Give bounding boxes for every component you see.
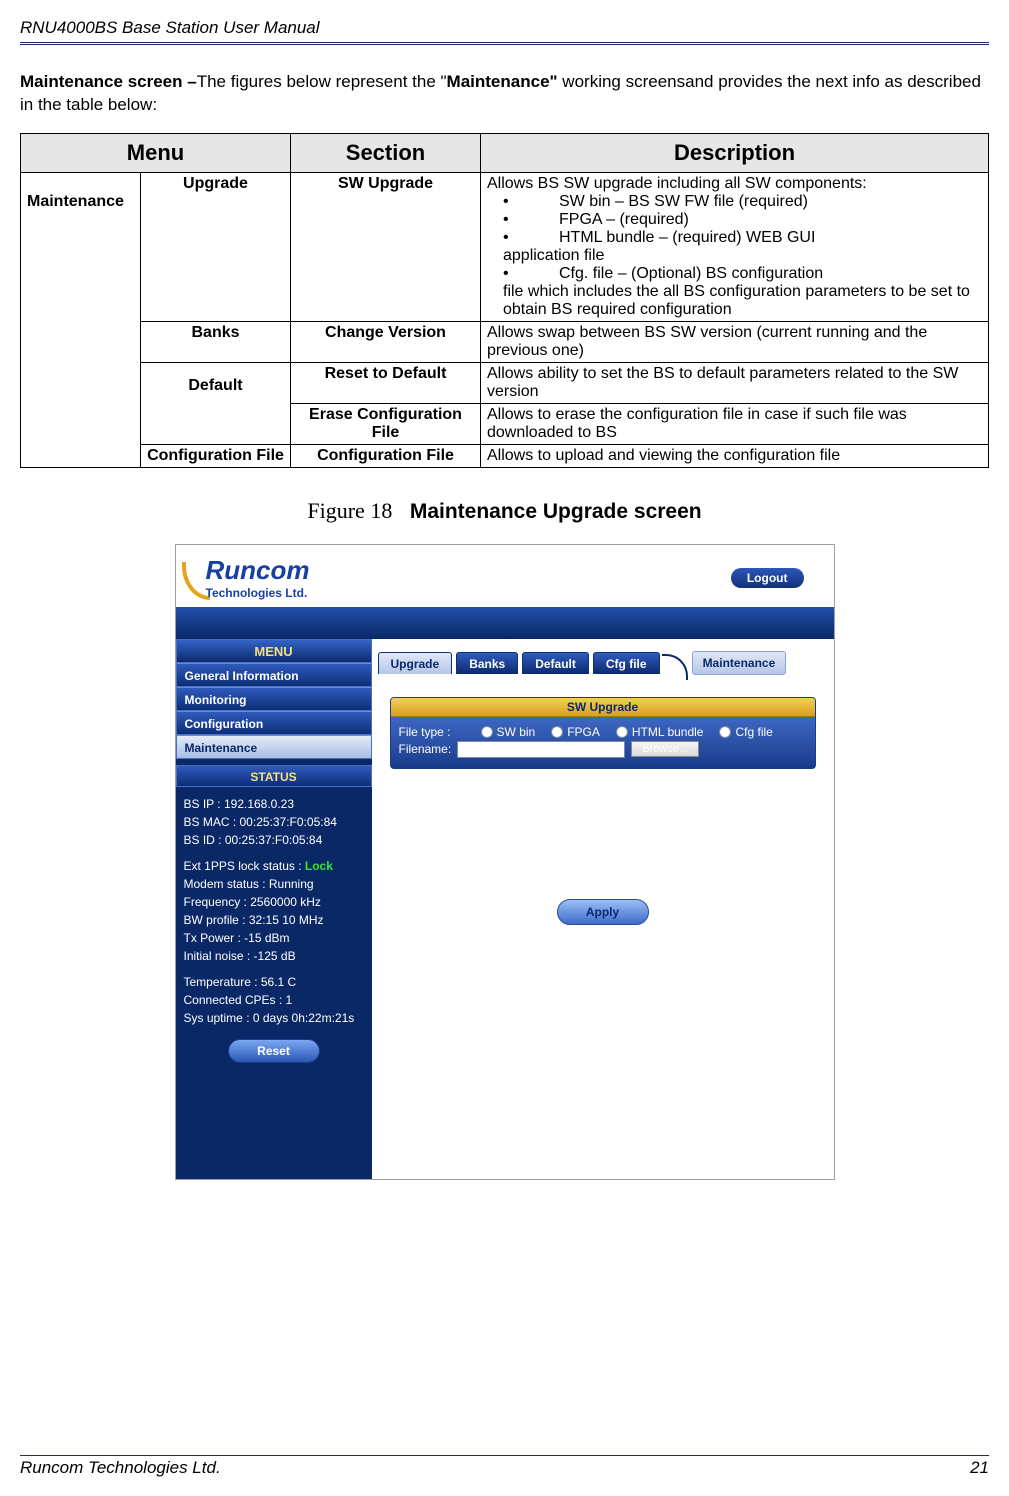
td-sect-reset: Reset to Default: [291, 362, 481, 403]
radio-fpga[interactable]: FPGA: [551, 725, 600, 739]
status-bsmac: BS MAC : 00:25:37:F0:05:84: [184, 813, 364, 831]
filename-label: Filename:: [399, 742, 452, 756]
logo-text-main: Runcom: [206, 555, 310, 586]
sidebar-item-general[interactable]: General Information: [176, 663, 372, 687]
tab-banks[interactable]: Banks: [456, 652, 518, 674]
th-section: Section: [291, 133, 481, 172]
intro-mid1: The figures below represent the ": [197, 72, 447, 91]
radio-html[interactable]: HTML bundle: [616, 725, 704, 739]
td-sect-swupgrade: SW Upgrade: [291, 172, 481, 321]
radio-swbin[interactable]: SW bin: [481, 725, 536, 739]
status-cpes: Connected CPEs : 1: [184, 991, 364, 1009]
embedded-screenshot: Runcom Technologies Ltd. Logout MENU Gen…: [175, 544, 835, 1180]
top-blue-bar: [176, 607, 834, 639]
doc-header-title: RNU4000BS Base Station User Manual: [20, 18, 989, 42]
td-sub-cfgfile: Configuration File: [141, 444, 291, 467]
footer-page-number: 21: [970, 1458, 989, 1478]
tab-default[interactable]: Default: [522, 652, 589, 674]
radio-icon: [616, 726, 628, 738]
browse-button[interactable]: Browse...: [631, 741, 699, 757]
sidebar-item-monitoring[interactable]: Monitoring: [176, 687, 372, 711]
th-desc: Description: [481, 133, 989, 172]
desc-bullet-3-tail: application file: [487, 247, 982, 265]
sidebar-menu-header: MENU: [176, 639, 372, 663]
td-desc-erase: Allows to erase the configuration file i…: [481, 403, 989, 444]
status-noise: Initial noise : -125 dB: [184, 947, 364, 965]
desc-bullet-1: SW bin – BS SW FW file (required): [503, 193, 982, 211]
status-bsip: BS IP : 192.168.0.23: [184, 795, 364, 813]
status-uptime: Sys uptime : 0 days 0h:22m:21s: [184, 1009, 364, 1027]
radio-icon: [551, 726, 563, 738]
figure-number: Figure 18: [307, 498, 392, 523]
maintenance-table: Menu Section Description Maintenance Upg…: [20, 133, 989, 468]
tab-upgrade[interactable]: Upgrade: [378, 652, 453, 674]
td-sect-erase: Erase Configuration File: [291, 403, 481, 444]
file-type-label: File type :: [399, 725, 451, 739]
sidebar: MENU General Information Monitoring Conf…: [176, 639, 372, 1179]
desc-bullet-3: HTML bundle – (required) WEB GUI: [503, 229, 982, 247]
footer-left: Runcom Technologies Ltd.: [20, 1458, 221, 1478]
td-sub-upgrade: Upgrade: [141, 172, 291, 321]
tab-curve-icon: [662, 654, 688, 680]
desc-line1: Allows BS SW upgrade including all SW co…: [487, 175, 982, 193]
td-desc-swupgrade: Allows BS SW upgrade including all SW co…: [481, 172, 989, 321]
sidebar-item-configuration[interactable]: Configuration: [176, 711, 372, 735]
sw-upgrade-panel: SW Upgrade File type : SW bin FPGA HTML …: [390, 697, 816, 769]
tab-bar: Upgrade Banks Default Cfg file Maintenan…: [372, 639, 834, 679]
sidebar-status-header: STATUS: [176, 765, 372, 787]
td-sub-banks: Banks: [141, 321, 291, 362]
page-footer: Runcom Technologies Ltd. 21: [20, 1455, 989, 1478]
th-menu: Menu: [21, 133, 291, 172]
td-desc-reset: Allows ability to set the BS to default …: [481, 362, 989, 403]
apply-button[interactable]: Apply: [557, 899, 649, 925]
status-txpower: Tx Power : -15 dBm: [184, 929, 364, 947]
figure-caption: Figure 18 Maintenance Upgrade screen: [20, 498, 989, 524]
desc-bullet-2: FPGA – (required): [503, 211, 982, 229]
status-bw: BW profile : 32:15 10 MHz: [184, 911, 364, 929]
intro-lead: Maintenance screen –: [20, 72, 197, 91]
filename-input[interactable]: [457, 741, 625, 758]
status-lock: Ext 1PPS lock status : Lock: [184, 857, 364, 875]
intro-bold2: Maintenance": [447, 72, 558, 91]
intro-paragraph: Maintenance screen –The figures below re…: [20, 71, 989, 117]
reset-button[interactable]: Reset: [228, 1039, 320, 1063]
td-menu-main: Maintenance: [21, 172, 141, 467]
tab-cfgfile[interactable]: Cfg file: [593, 652, 660, 674]
td-sub-default: Default: [141, 362, 291, 444]
radio-cfg[interactable]: Cfg file: [719, 725, 772, 739]
status-temp: Temperature : 56.1 C: [184, 973, 364, 991]
status-bsid: BS ID : 00:25:37:F0:05:84: [184, 831, 364, 849]
footer-divider: [20, 1455, 989, 1456]
sidebar-status-body: BS IP : 192.168.0.23 BS MAC : 00:25:37:F…: [176, 787, 372, 1031]
desc-bullet-4: Cfg. file – (Optional) BS configuration: [503, 265, 982, 283]
td-sect-change: Change Version: [291, 321, 481, 362]
td-desc-cfgfile: Allows to upload and viewing the configu…: [481, 444, 989, 467]
main-content: Upgrade Banks Default Cfg file Maintenan…: [372, 639, 834, 1179]
radio-icon: [481, 726, 493, 738]
status-modem: Modem status : Running: [184, 875, 364, 893]
panel-header: SW Upgrade: [391, 698, 815, 717]
figure-title: Maintenance Upgrade screen: [410, 500, 702, 523]
breadcrumb-maintenance: Maintenance: [692, 651, 787, 675]
status-freq: Frequency : 2560000 kHz: [184, 893, 364, 911]
sidebar-item-maintenance[interactable]: Maintenance: [176, 735, 372, 759]
logo-text-sub: Technologies Ltd.: [206, 586, 310, 600]
radio-icon: [719, 726, 731, 738]
td-sect-cfgfile: Configuration File: [291, 444, 481, 467]
header-divider: [20, 42, 989, 45]
td-desc-change: Allows swap between BS SW version (curre…: [481, 321, 989, 362]
desc-bullet-4-tail: file which includes the all BS configura…: [487, 283, 982, 319]
logout-button[interactable]: Logout: [731, 568, 804, 588]
logo: Runcom Technologies Ltd.: [182, 555, 310, 600]
